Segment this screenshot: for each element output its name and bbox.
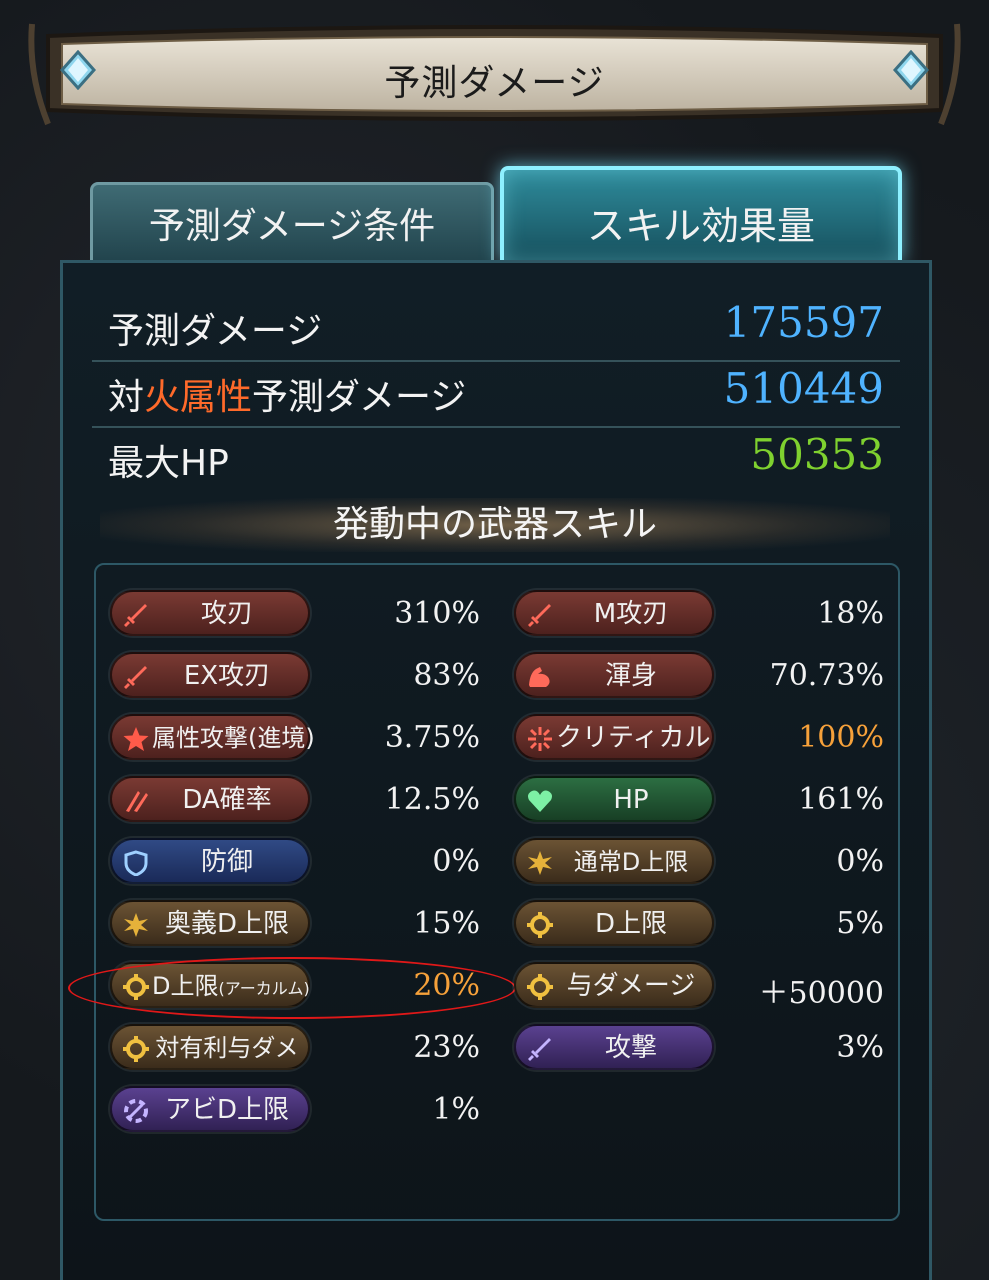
skill-label: 渾身	[604, 661, 657, 691]
skill-value: 0%	[836, 844, 884, 879]
gear-icon	[522, 969, 558, 1005]
skill-pill-attack: 攻撃	[514, 1024, 714, 1070]
double-slash-icon	[118, 783, 154, 819]
title-banner: 予測ダメージ	[28, 14, 961, 136]
skill-label: HP	[613, 785, 649, 815]
heart-icon	[522, 783, 558, 819]
stat-value: 50353	[750, 430, 884, 479]
critical-icon	[522, 721, 558, 757]
skill-value: 1%	[432, 1092, 480, 1127]
skill-value: 83%	[413, 658, 480, 693]
stat-value: 175597	[723, 298, 884, 347]
skill-label: 通常D上限	[573, 848, 689, 876]
burst-icon	[522, 845, 558, 881]
sword-icon	[522, 597, 558, 633]
skill-pill-konshin: 渾身	[514, 652, 714, 698]
skill-value: 100%	[798, 720, 884, 755]
skill-label: 奥義D上限	[164, 909, 290, 939]
skill-value: 3.75%	[384, 720, 480, 755]
gear-icon	[118, 1031, 154, 1067]
skill-value: ＋50000	[758, 976, 884, 1011]
fire-element-label: 火属性	[144, 377, 253, 418]
stat-label: 最大HP	[108, 443, 229, 484]
skill-label: EX攻刃	[183, 661, 271, 691]
star-icon	[118, 721, 154, 757]
sword-icon	[118, 659, 154, 695]
sword-icon	[118, 597, 154, 633]
skill-value: 5%	[836, 906, 884, 941]
skill-pill-ex-attack-blade: EX攻刃	[110, 652, 310, 698]
skill-value: 310%	[394, 596, 480, 631]
sword-icon	[522, 1031, 558, 1067]
skill-label: 防御	[200, 847, 253, 877]
skill-pill-bonus-damage: 与ダメージ	[514, 962, 714, 1008]
stat-label: 予測ダメージ	[108, 311, 323, 352]
skill-value: 15%	[413, 906, 480, 941]
ability-icon	[118, 1093, 154, 1129]
skill-pill-damage-cap: D上限	[514, 900, 714, 946]
skill-pill-normal-damage-cap: 通常D上限	[514, 838, 714, 884]
skill-label: 与ダメージ	[566, 971, 696, 1001]
skill-value: 70.73%	[769, 658, 884, 693]
skill-value: 23%	[413, 1030, 480, 1065]
window-title: 予測ダメージ	[384, 63, 605, 104]
burst-icon	[118, 907, 154, 943]
stat-label-suffix: 予測ダメージ	[252, 377, 467, 418]
skill-pill-critical: クリティカル	[514, 714, 714, 760]
skill-pill-defense: 防御	[110, 838, 310, 884]
skill-pill-m-attack-blade: M攻刃	[514, 590, 714, 636]
skill-label: 属性攻撃(進境)	[152, 724, 315, 752]
skill-label: アビD上限	[164, 1095, 290, 1125]
skill-label: M攻刃	[593, 599, 669, 629]
skill-pill-da-rate: DA確率	[110, 776, 310, 822]
skill-value: 18%	[817, 596, 884, 631]
skill-label: DA確率	[182, 785, 272, 815]
stat-fire-predicted-damage: 対火属性予測ダメージ 510449	[92, 360, 900, 428]
skill-pill-hp: HP	[514, 776, 714, 822]
skill-label: 攻撃	[604, 1033, 657, 1063]
stat-value: 510449	[723, 364, 884, 413]
tab-skill-effects[interactable]: スキル効果量	[500, 166, 902, 262]
section-heading: 発動中の武器スキル	[100, 498, 890, 552]
stat-predicted-damage: 予測ダメージ 175597	[92, 294, 900, 362]
skill-label: 攻刃	[200, 599, 253, 629]
skill-pill-element-attack: 属性攻撃(進境)	[110, 714, 315, 760]
skill-label: 対有利与ダメ	[155, 1034, 299, 1062]
shield-icon	[118, 845, 154, 881]
skill-value: 12.5%	[384, 782, 480, 817]
highlight-annotation	[68, 957, 516, 1019]
skill-pill-advantage-damage: 対有利与ダメ	[110, 1024, 310, 1070]
muscle-icon	[522, 659, 558, 695]
skill-label: D上限	[594, 909, 668, 939]
stat-label: 対火属性予測ダメージ	[108, 368, 466, 420]
skill-pill-attack-blade: 攻刃	[110, 590, 310, 636]
skill-value: 3%	[836, 1030, 884, 1065]
skill-pill-ougi-damage-cap: 奥義D上限	[110, 900, 310, 946]
skill-pill-ability-damage-cap: アビD上限	[110, 1086, 310, 1132]
stat-label-prefix: 対	[108, 377, 145, 418]
skill-value: 0%	[432, 844, 480, 879]
tab-damage-conditions[interactable]: 予測ダメージ条件	[90, 182, 494, 262]
stat-max-hp: 最大HP 50353	[92, 426, 900, 492]
gear-icon	[522, 907, 558, 943]
skill-label: クリティカル	[556, 723, 711, 753]
skill-value: 161%	[798, 782, 884, 817]
